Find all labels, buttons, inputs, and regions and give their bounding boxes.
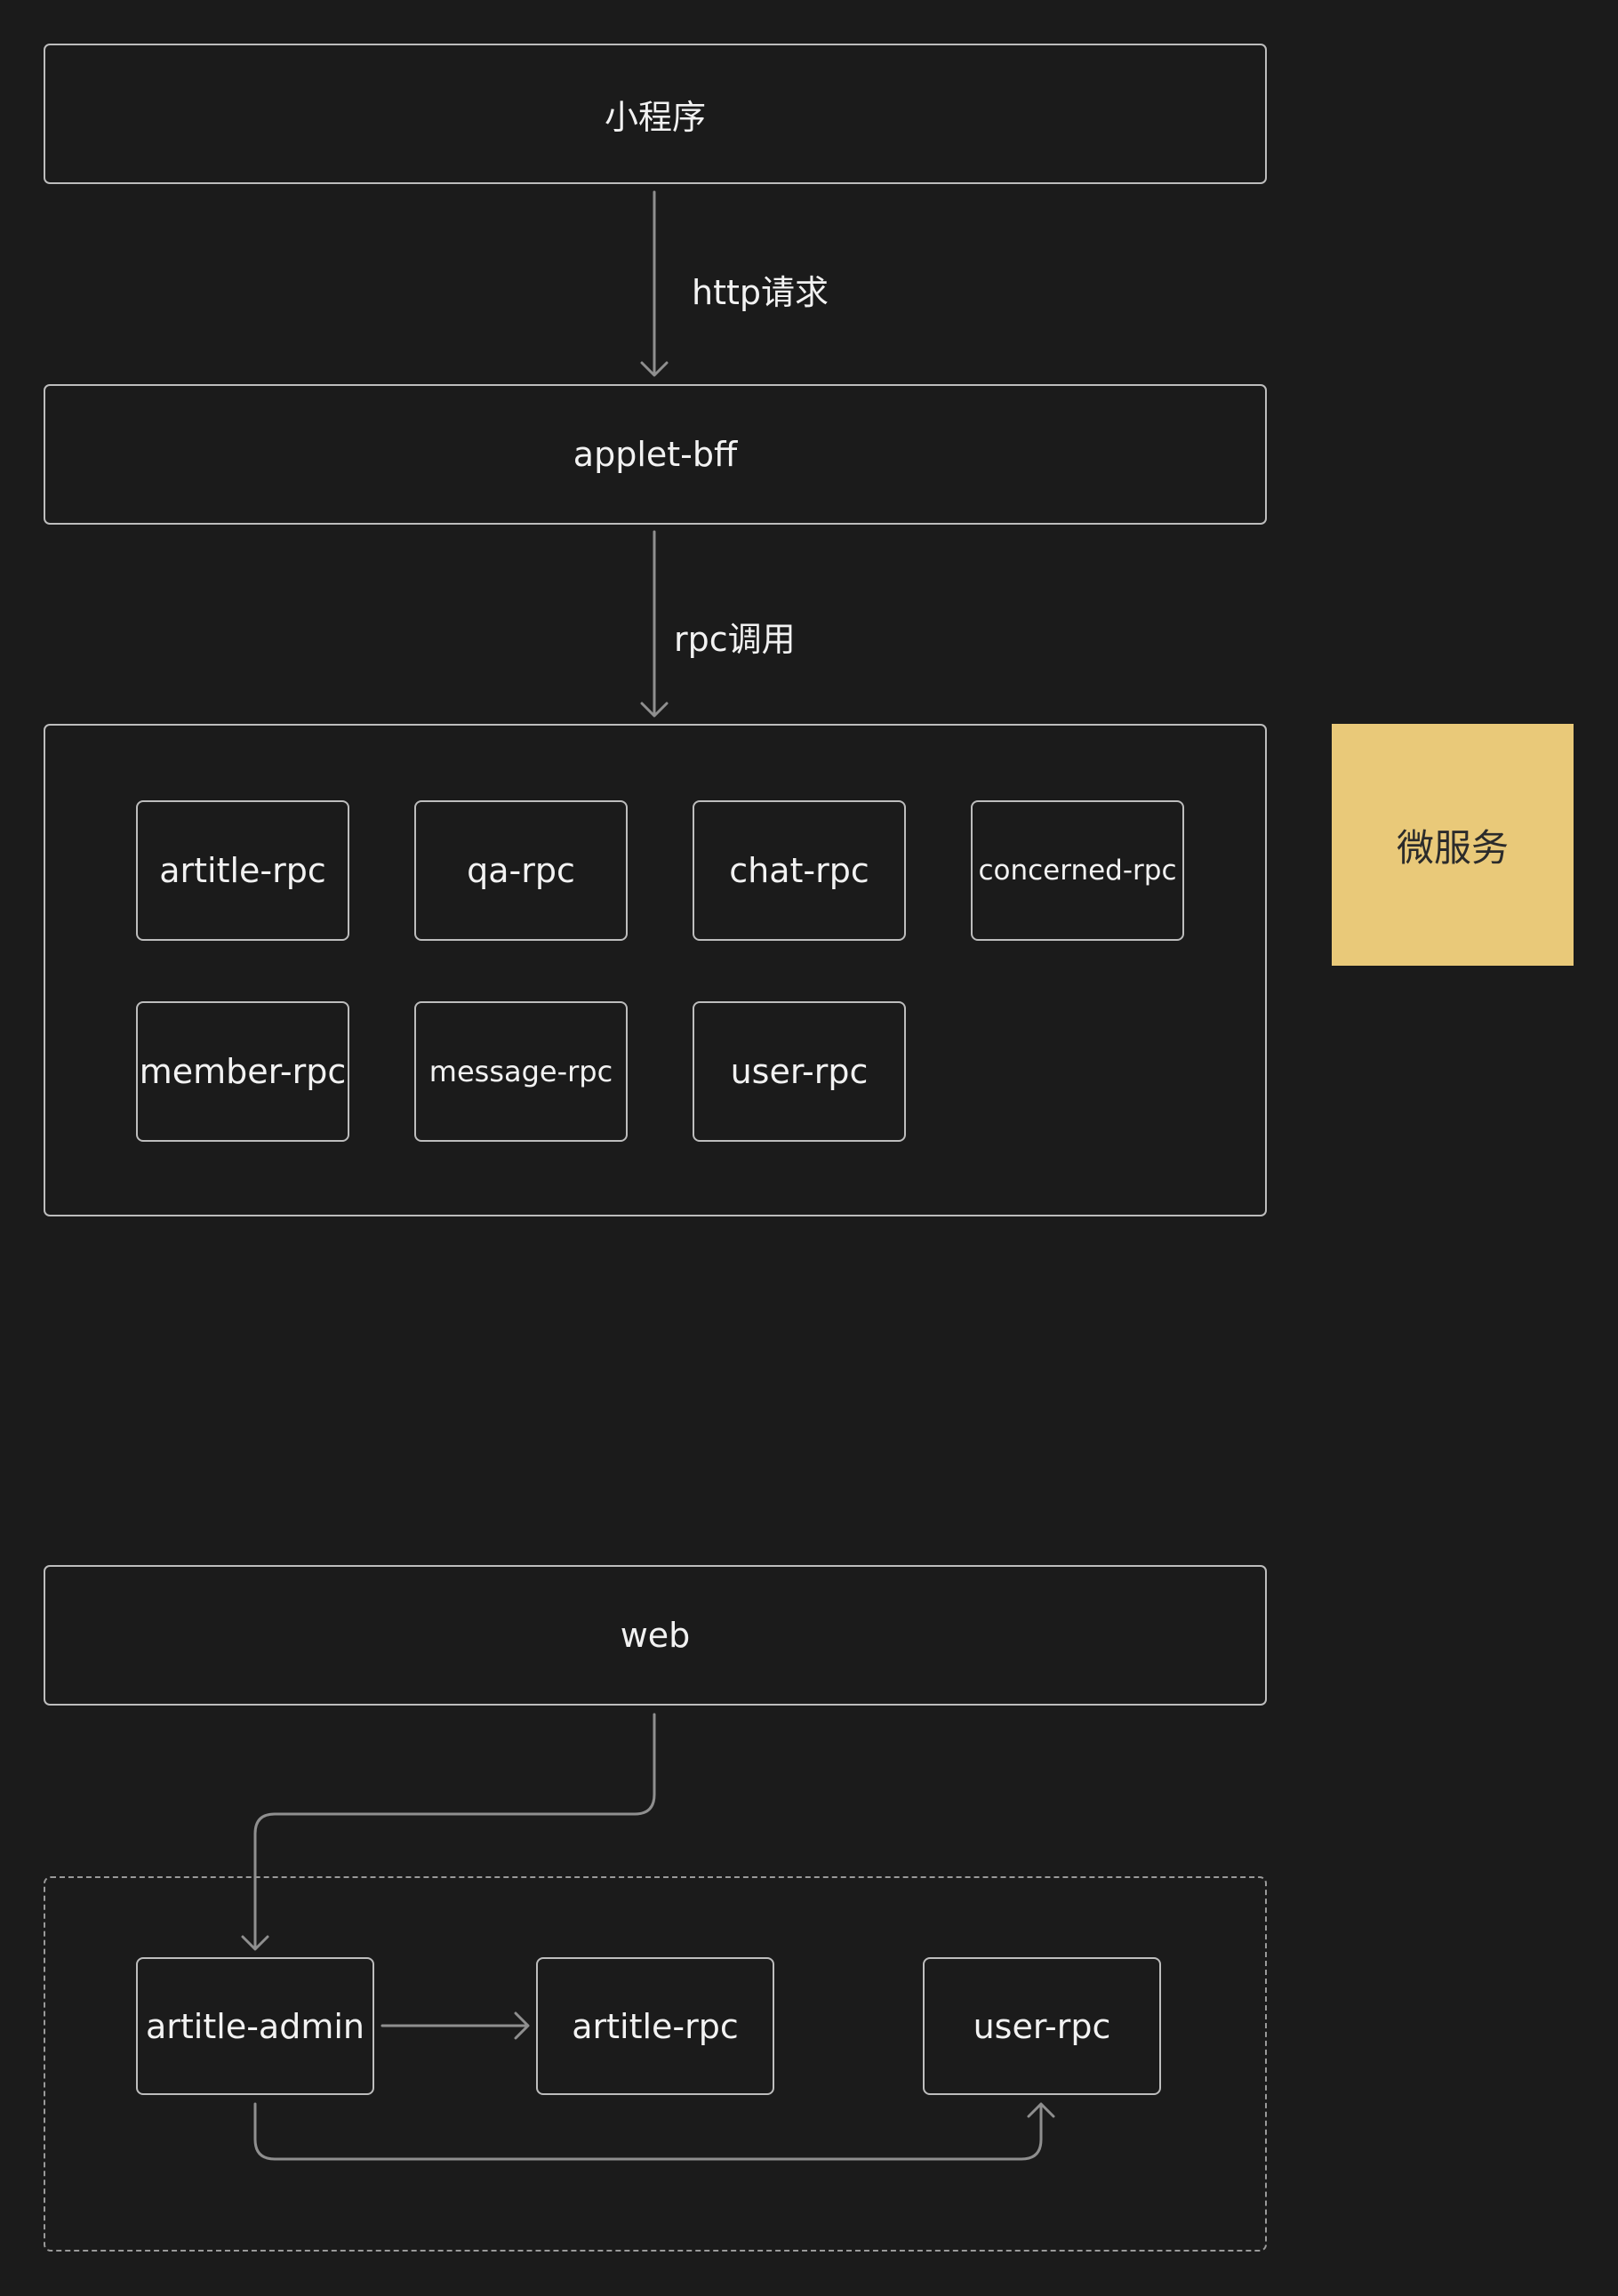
- client-mini-program-label: 小程序: [604, 97, 706, 137]
- service-label: concerned-rpc: [978, 855, 1177, 887]
- service-box-member-rpc: member-rpc: [136, 1001, 349, 1142]
- arrow-head-bff-to-services: [640, 702, 669, 718]
- web-client-box: web: [44, 1565, 1267, 1706]
- admin-user-rpc-label: user-rpc: [973, 2006, 1111, 2046]
- microservice-note: 微服务: [1332, 724, 1574, 966]
- web-client-label: web: [620, 1616, 691, 1655]
- service-label: member-rpc: [139, 1052, 347, 1091]
- edge-label-rpc: rpc调用: [674, 620, 796, 659]
- service-label: qa-rpc: [467, 851, 575, 890]
- edge-label-http: http请求: [692, 273, 829, 312]
- admin-label: artitle-admin: [146, 2006, 364, 2046]
- service-box-qa-rpc: qa-rpc: [414, 800, 628, 941]
- service-box-message-rpc: message-rpc: [414, 1001, 628, 1142]
- client-mini-program-box: 小程序: [44, 44, 1267, 184]
- admin-box-artitle-rpc: artitle-rpc: [536, 1957, 774, 2095]
- service-label: user-rpc: [730, 1052, 869, 1091]
- bff-box: applet-bff: [44, 384, 1267, 525]
- bff-label: applet-bff: [573, 435, 738, 474]
- admin-box-artitle-admin: artitle-admin: [136, 1957, 374, 2095]
- arrow-head-client-to-bff: [640, 361, 669, 377]
- service-box-concerned-rpc: concerned-rpc: [971, 800, 1184, 941]
- service-label: chat-rpc: [729, 851, 869, 890]
- service-box-artitle-rpc: artitle-rpc: [136, 800, 349, 941]
- service-label: artitle-rpc: [159, 851, 326, 890]
- admin-article-rpc-label: artitle-rpc: [572, 2006, 739, 2046]
- microservice-note-label: 微服务: [1396, 825, 1509, 870]
- service-label: message-rpc: [429, 1055, 613, 1088]
- microservice-container: [44, 724, 1267, 1216]
- service-box-chat-rpc: chat-rpc: [693, 800, 906, 941]
- service-box-user-rpc: user-rpc: [693, 1001, 906, 1142]
- admin-box-user-rpc: user-rpc: [923, 1957, 1161, 2095]
